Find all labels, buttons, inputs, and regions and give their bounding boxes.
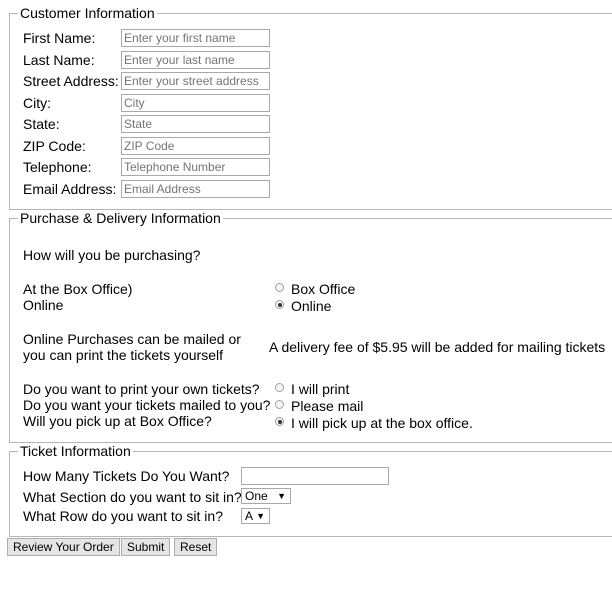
customer-field-input[interactable] (121, 72, 270, 90)
customer-field-input[interactable] (121, 94, 270, 112)
radio-print[interactable] (275, 383, 284, 392)
online-label: Online (23, 297, 64, 313)
customer-field-input[interactable] (121, 51, 270, 69)
radio-mail[interactable] (275, 400, 284, 409)
radio-mail-label: Please mail (291, 398, 364, 414)
row-select[interactable]: A ▼ (241, 508, 270, 524)
radio-print-label: I will print (291, 381, 350, 397)
customer-field-label: First Name: (23, 30, 96, 46)
question-pickup: Will you pick up at Box Office? (23, 413, 212, 429)
radio-online[interactable] (275, 300, 284, 309)
row-select-value: A (245, 509, 254, 523)
customer-field-label: Email Address: (23, 181, 117, 197)
customer-information-legend: Customer Information (18, 5, 157, 21)
row-label: What Row do you want to sit in? (23, 508, 223, 524)
customer-field-input[interactable] (121, 180, 270, 198)
customer-field-input[interactable] (121, 158, 270, 176)
radio-box-office[interactable] (275, 283, 284, 292)
section-select[interactable]: One ▼ (241, 488, 291, 504)
radio-pickup[interactable] (275, 417, 284, 426)
customer-field-label: Street Address: (23, 73, 119, 89)
section-label: What Section do you want to sit in? (23, 489, 242, 505)
mail-note-line-2: you can print the tickets yourself (23, 347, 223, 363)
customer-field-input[interactable] (121, 29, 270, 47)
customer-field-label: State: (23, 116, 60, 132)
customer-field-label: Telephone: (23, 159, 92, 175)
submit-button[interactable]: Submit (121, 538, 171, 556)
customer-field-label: Last Name: (23, 52, 95, 68)
customer-field-input[interactable] (121, 137, 270, 155)
radio-box-office-label: Box Office (291, 281, 356, 297)
radio-online-label: Online (291, 298, 332, 314)
ticket-count-input[interactable] (241, 467, 389, 485)
customer-field-label: City: (23, 95, 51, 111)
review-order-button[interactable]: Review Your Order (7, 538, 120, 556)
mail-note-line-1: Online Purchases can be mailed or (23, 331, 241, 347)
question-mail: Do you want your tickets mailed to you? (23, 397, 271, 413)
ticket-count-label: How Many Tickets Do You Want? (23, 468, 230, 484)
radio-pickup-label: I will pick up at the box office. (291, 415, 473, 431)
question-print: Do you want to print your own tickets? (23, 381, 260, 397)
customer-field-input[interactable] (121, 115, 270, 133)
reset-button[interactable]: Reset (174, 538, 218, 556)
delivery-fee-note: A delivery fee of $5.95 will be added fo… (269, 339, 606, 355)
customer-field-label: ZIP Code: (23, 138, 86, 154)
section-select-value: One (245, 489, 268, 503)
purchase-question: How will you be purchasing? (23, 247, 201, 263)
chevron-down-icon: ▼ (277, 491, 286, 501)
at-box-office-label: At the Box Office) (23, 281, 133, 297)
purchase-delivery-legend: Purchase & Delivery Information (18, 210, 223, 226)
ticket-information-legend: Ticket Information (18, 443, 133, 459)
chevron-down-icon: ▼ (256, 511, 265, 521)
